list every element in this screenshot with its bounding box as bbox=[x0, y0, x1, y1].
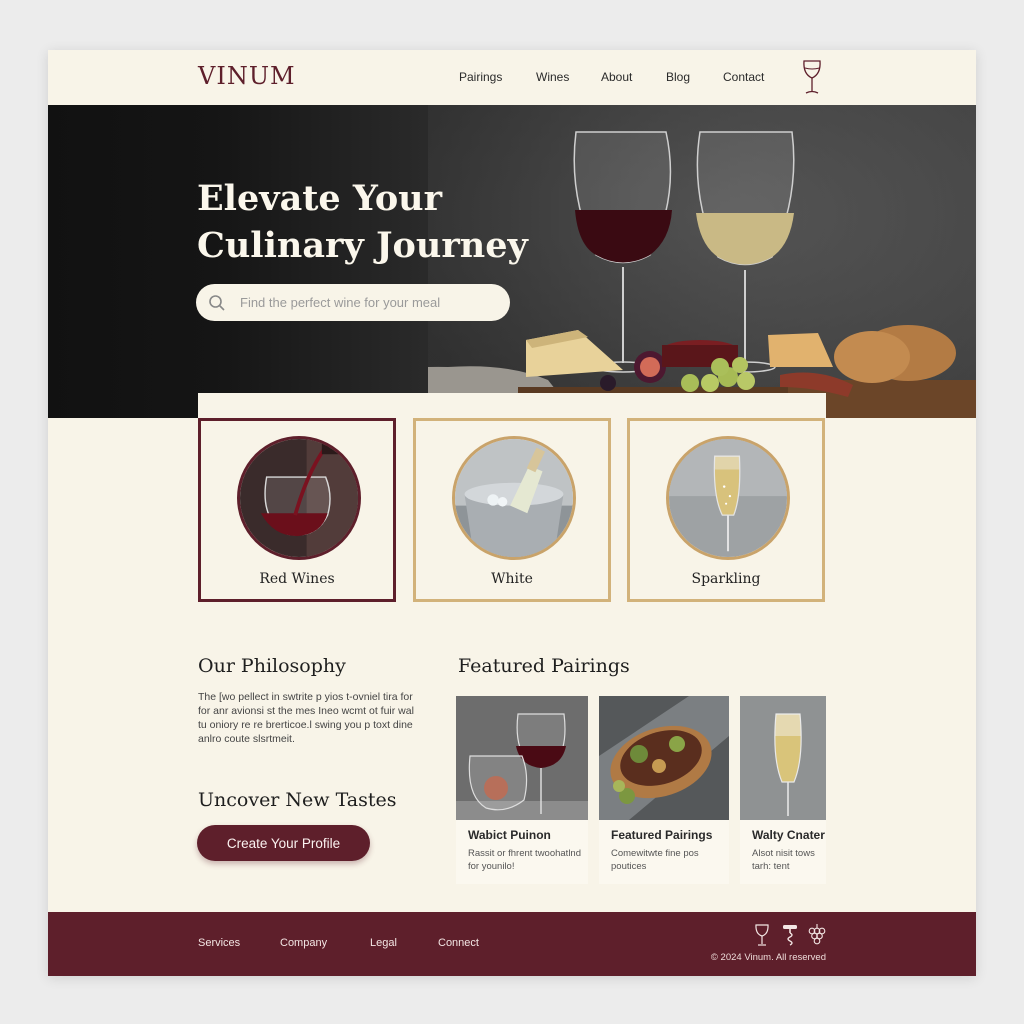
search-bar[interactable] bbox=[196, 284, 510, 321]
featured-card-title: Featured Pairings bbox=[611, 828, 713, 842]
featured-card[interactable]: Walty Cnater Alsot nisit tows tarh: tent bbox=[740, 696, 826, 884]
category-card-sparkling[interactable]: Sparkling bbox=[627, 418, 825, 602]
category-label: Sparkling bbox=[691, 571, 761, 587]
page: VINUM Pairings Wines About Blog Contact bbox=[48, 50, 976, 976]
featured-card-description: Alsot nisit tows tarh: tent bbox=[752, 848, 815, 872]
corkscrew-icon[interactable] bbox=[780, 924, 800, 946]
search-icon bbox=[208, 294, 226, 312]
category-strip-background bbox=[198, 393, 826, 419]
featured-card[interactable]: Featured Pairings Comewitwte fine pos po… bbox=[599, 696, 729, 884]
wine-glass-icon[interactable] bbox=[752, 924, 772, 946]
featured-card-image bbox=[456, 696, 588, 820]
featured-card-title: Walty Cnater bbox=[752, 828, 825, 842]
discover-heading: Uncover New Tastes bbox=[198, 789, 397, 811]
featured-card-description: Comewitwte fine pos poutices bbox=[611, 848, 699, 872]
white-wine-image bbox=[452, 436, 576, 560]
category-label: Red Wines bbox=[259, 571, 335, 587]
featured-card-image bbox=[740, 696, 826, 820]
footer-link-company[interactable]: Company bbox=[280, 937, 327, 949]
site-footer: Services Company Legal Connect © 2024 Vi… bbox=[48, 912, 976, 976]
site-header: VINUM Pairings Wines About Blog Contact bbox=[48, 50, 976, 105]
footer-link-legal[interactable]: Legal bbox=[370, 937, 397, 949]
featured-card-image bbox=[599, 696, 729, 820]
nav-wines[interactable]: Wines bbox=[536, 70, 569, 84]
category-card-white[interactable]: White bbox=[413, 418, 611, 602]
grapes-icon[interactable] bbox=[806, 924, 826, 946]
create-profile-button[interactable]: Create Your Profile bbox=[197, 825, 370, 861]
footer-link-services[interactable]: Services bbox=[198, 937, 240, 949]
nav-blog[interactable]: Blog bbox=[666, 70, 690, 84]
nav-about[interactable]: About bbox=[601, 70, 632, 84]
search-input[interactable] bbox=[240, 284, 500, 321]
featured-card-title: Wabict Puinon bbox=[468, 828, 551, 842]
category-card-red-wines[interactable]: Red Wines bbox=[198, 418, 396, 602]
featured-card-description: Rassit or fhrent twoohatlnd for younilo! bbox=[468, 848, 582, 872]
copyright-text: © 2024 Vinum. All reserved bbox=[710, 952, 826, 963]
hero-title: Elevate Your Culinary Journey bbox=[197, 178, 528, 266]
hero-banner: Elevate Your Culinary Journey bbox=[48, 105, 976, 418]
philosophy-text: The [wo pellect in swtrite p yios t-ovni… bbox=[198, 691, 414, 745]
red-wine-image bbox=[237, 436, 361, 560]
nav-contact[interactable]: Contact bbox=[723, 70, 764, 84]
philosophy-heading: Our Philosophy bbox=[198, 655, 346, 677]
nav-pairings[interactable]: Pairings bbox=[459, 70, 502, 84]
featured-card[interactable]: Wabict Puinon Rassit or fhrent twoohatln… bbox=[456, 696, 588, 884]
brand-logo[interactable]: VINUM bbox=[198, 62, 296, 90]
footer-link-connect[interactable]: Connect bbox=[438, 937, 479, 949]
featured-heading: Featured Pairings bbox=[458, 655, 630, 677]
wine-glass-icon[interactable] bbox=[800, 58, 826, 98]
sparkling-wine-image bbox=[666, 436, 790, 560]
category-label: White bbox=[491, 571, 533, 587]
